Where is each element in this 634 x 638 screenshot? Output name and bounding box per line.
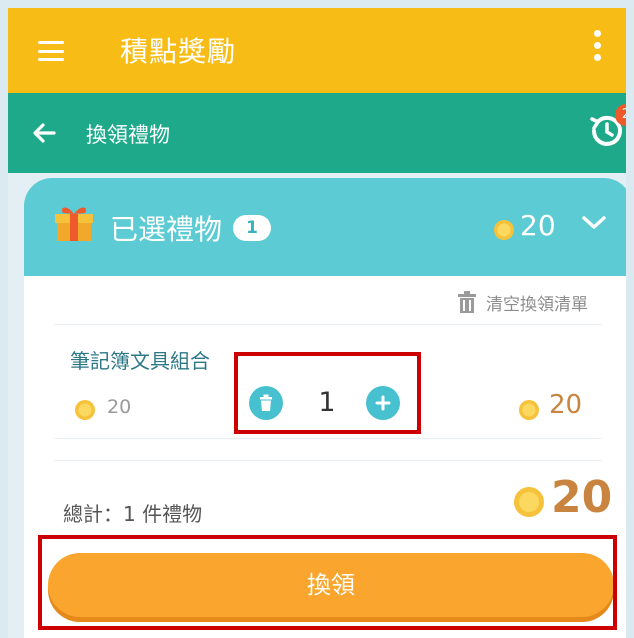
selected-gifts-title: 已選禮物: [110, 213, 223, 246]
highlight-quantity-stepper: [234, 352, 421, 434]
selected-count-badge: 1: [233, 215, 271, 241]
page-title: 換領禮物: [86, 123, 170, 147]
coin-icon: [514, 487, 544, 517]
divider: [54, 324, 602, 325]
highlight-redeem-button: [38, 535, 617, 630]
divider: [54, 438, 602, 439]
back-arrow-icon[interactable]: [30, 119, 58, 147]
more-vertical-icon[interactable]: [594, 30, 602, 70]
gift-icon: [55, 207, 93, 241]
selected-gifts-header[interactable]: 已選禮物 1 20: [24, 178, 626, 276]
gift-item-name: 筆記簿文具組合: [70, 349, 210, 373]
page-header: 換領禮物 2: [8, 93, 626, 173]
trash-icon: [458, 291, 476, 313]
coin-icon: [494, 220, 514, 240]
coin-icon: [519, 400, 539, 420]
gift-unit-points: 20: [107, 396, 132, 418]
app-bar: 積點獎勵: [8, 8, 626, 93]
line-total-points: 20: [549, 390, 583, 420]
total-points: 20: [551, 472, 613, 523]
clear-list-label: 清空換領清單: [486, 295, 588, 315]
coin-icon: [75, 400, 95, 420]
selected-points: 20: [520, 209, 556, 242]
hamburger-menu-icon[interactable]: [38, 41, 64, 61]
divider: [54, 460, 602, 461]
app-title: 積點獎勵: [120, 35, 237, 68]
total-label: 總計：1 件禮物: [63, 502, 203, 526]
chevron-down-icon[interactable]: [581, 214, 607, 232]
